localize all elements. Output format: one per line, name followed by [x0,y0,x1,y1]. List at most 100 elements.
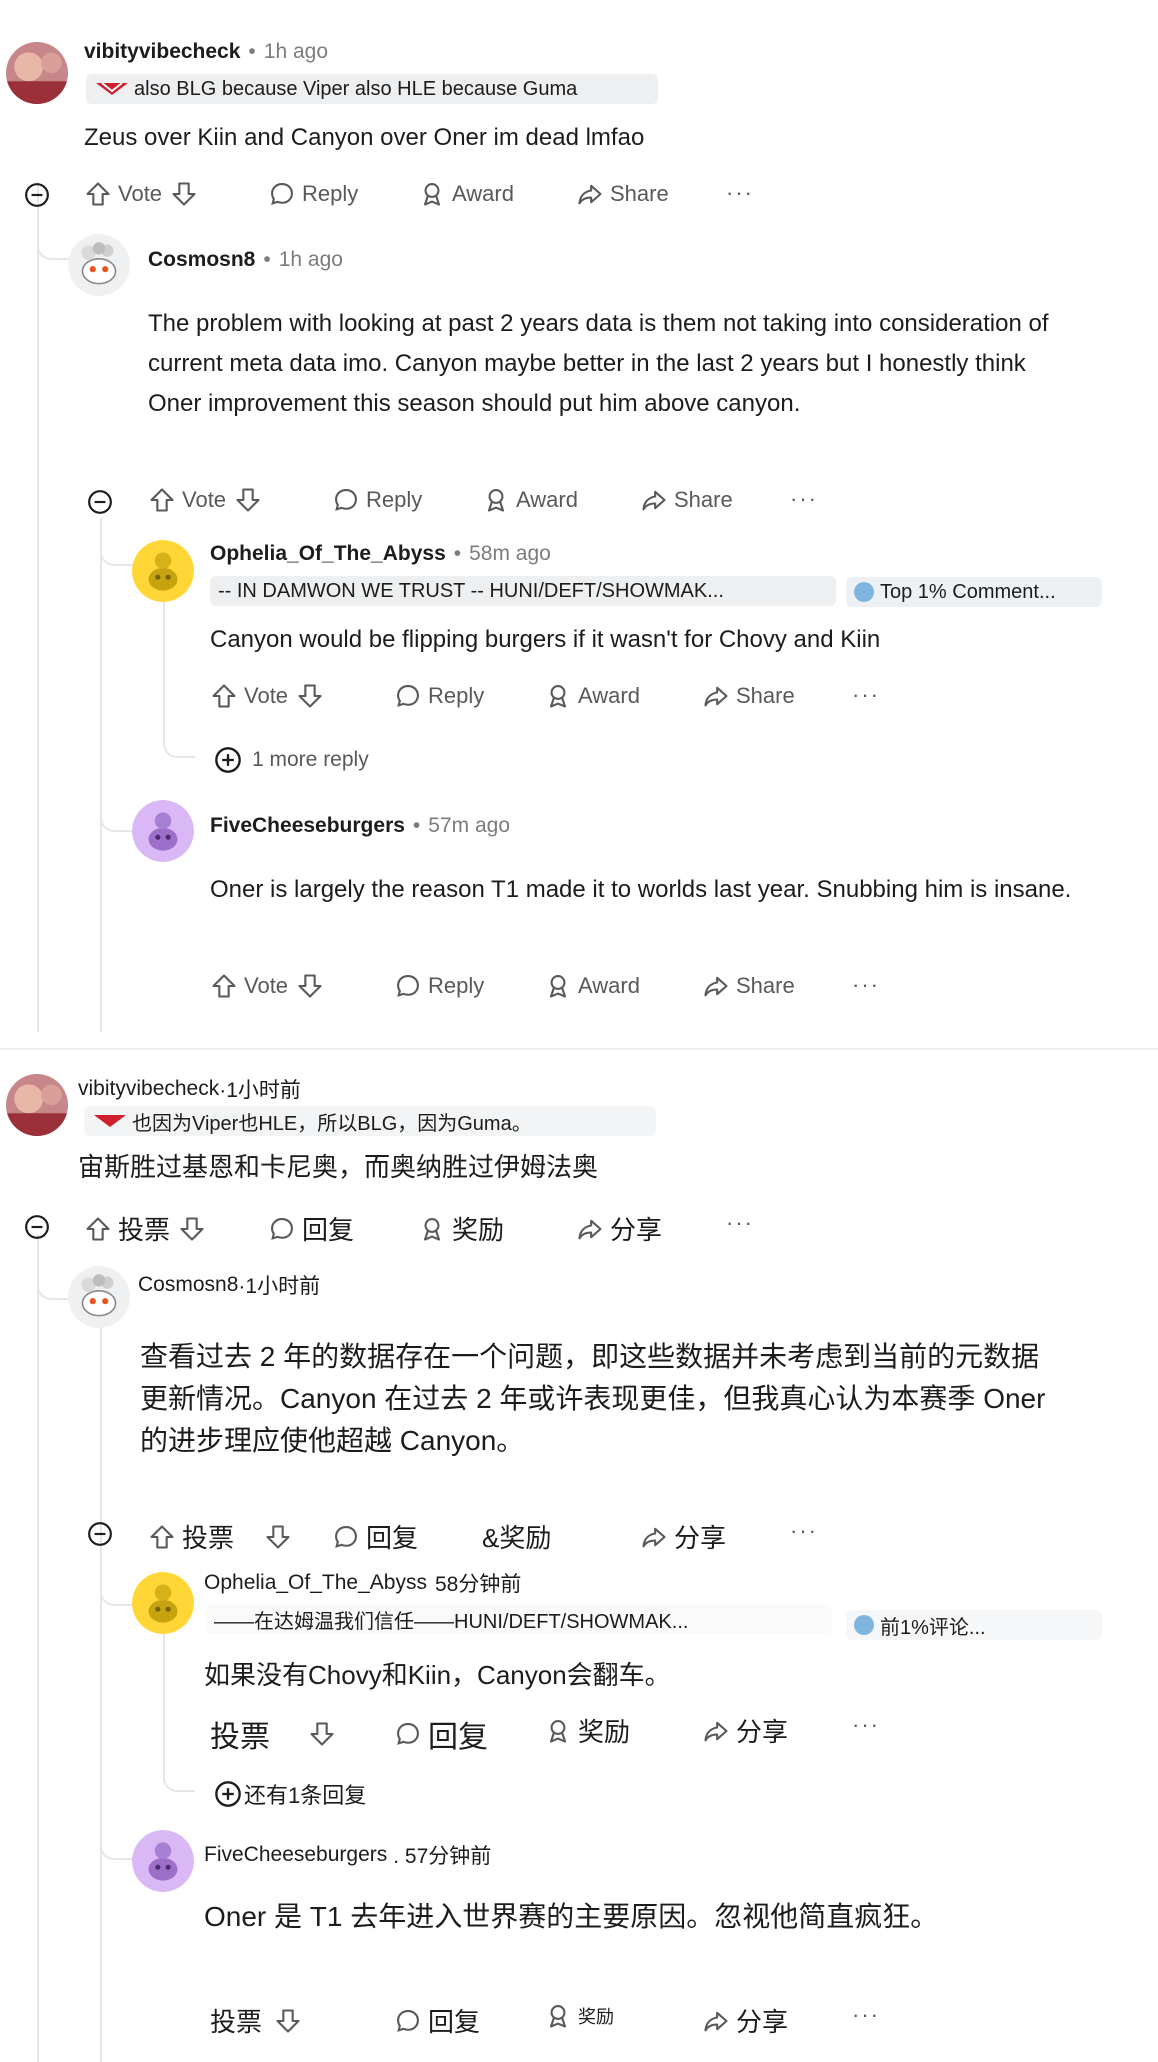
username[interactable]: vibityvibecheck [84,40,240,64]
share-button[interactable]: Share [576,180,669,208]
thread-line[interactable] [37,182,39,1032]
timestamp[interactable]: 57m ago [428,814,510,838]
more-options-icon[interactable]: ··· [726,180,754,206]
avatar[interactable] [132,800,194,862]
downvote-icon[interactable] [170,180,198,208]
reply-button[interactable]: 回复 [394,2002,480,2039]
downvote-icon[interactable] [274,2007,302,2035]
upvote-icon[interactable] [148,486,176,514]
comment-meta: Cosmosn8 ·1小时前 [138,1270,320,1300]
more-options-icon[interactable]: ··· [852,2002,880,2028]
award-button[interactable]: 奖励 [544,2002,614,2030]
avatar[interactable] [68,234,130,296]
avatar[interactable] [132,540,194,602]
upvote-icon[interactable] [210,972,238,1000]
reply-button[interactable]: Reply [394,972,484,1000]
award-button[interactable]: 奖励 [544,1712,630,1749]
downvote-icon[interactable] [296,682,324,710]
award-label: 奖励 [578,1717,631,1747]
avatar[interactable] [6,42,68,104]
more-options-icon[interactable]: ··· [852,682,880,708]
upvote-icon[interactable] [84,180,112,208]
username[interactable]: Ophelia_Of_The_Abyss [210,542,446,566]
share-button[interactable]: 分享 [576,1210,662,1247]
award-button[interactable]: &奖励 [482,1518,551,1555]
more-options-icon[interactable]: ··· [790,486,818,512]
more-replies-link[interactable]: 还有1条回复 [214,1778,366,1810]
share-button[interactable]: Share [702,682,795,710]
avatar[interactable] [132,1572,194,1634]
share-label: Share [736,683,795,708]
reply-icon [394,1720,422,1748]
reply-button[interactable]: Reply [332,486,422,514]
timestamp[interactable]: 58m ago [469,542,551,566]
downvote-icon[interactable] [308,1720,336,1748]
award-button[interactable]: Award [544,682,640,710]
share-button[interactable]: 分享 [702,1712,788,1749]
downvote-icon[interactable] [296,972,324,1000]
more-options-icon[interactable]: ··· [852,1712,880,1738]
reply-label: 回复 [302,1215,355,1245]
share-button[interactable]: Share [640,486,733,514]
thread-line[interactable] [100,518,102,1032]
vote-label: 投票 [210,2007,263,2037]
downvote-icon[interactable] [234,486,262,514]
username[interactable]: Ophelia_Of_The_Abyss [204,1571,427,1595]
top-comment-badge[interactable]: Top 1% Comment... [846,577,1102,607]
timestamp[interactable]: ·1小时前 [219,1074,301,1104]
reply-label: Reply [428,683,485,708]
vote-control: 投票 [210,2002,308,2039]
reply-button[interactable]: 回复 [268,1210,354,1247]
reply-button[interactable]: Reply [394,682,484,710]
reply-label: Reply [366,487,423,512]
comment-text: Canyon would be flipping burgers if it w… [210,626,881,653]
username[interactable]: FiveCheeseburgers [210,814,405,838]
share-icon [702,1717,730,1745]
username[interactable]: Cosmosn8 [148,248,255,272]
thread-line[interactable] [37,1234,39,2062]
avatar[interactable] [68,1266,130,1328]
award-button[interactable]: 奖励 [418,1210,504,1247]
avatar[interactable] [6,1074,68,1136]
reply-label: Reply [428,973,485,998]
award-icon [544,1717,572,1745]
upvote-icon[interactable] [148,1523,176,1551]
more-options-icon[interactable]: ··· [790,1518,818,1544]
separator-dot: • [263,248,271,271]
username[interactable]: FiveCheeseburgers [204,1843,387,1867]
vote-control: Vote [84,180,204,208]
downvote-icon[interactable] [178,1215,206,1243]
upvote-icon[interactable] [84,1215,112,1243]
more-options-icon[interactable]: ··· [852,972,880,998]
share-button[interactable]: Share [702,972,795,1000]
avatar[interactable] [132,1830,194,1892]
timestamp[interactable]: 1h ago [264,40,328,64]
award-button[interactable]: Award [482,486,578,514]
share-label: Share [674,487,733,512]
separator-dot: • [248,40,256,63]
thread-line[interactable] [100,1320,102,2062]
more-options-icon[interactable]: ··· [726,1210,754,1236]
username[interactable]: vibityvibecheck [78,1077,219,1101]
vote-label: Vote [182,487,227,512]
timestamp[interactable]: ·1小时前 [238,1270,320,1300]
award-button[interactable]: Award [544,972,640,1000]
reply-button[interactable]: 回复 [332,1518,418,1555]
vote-control: Vote [148,486,268,514]
top-comment-badge[interactable]: 前1%评论... [846,1610,1102,1640]
username[interactable]: Cosmosn8 [138,1273,238,1297]
upvote-icon[interactable] [210,682,238,710]
share-button[interactable]: 分享 [702,2002,788,2039]
timestamp[interactable]: . 57分钟前 [393,1840,491,1870]
comment-text: 宙斯胜过基恩和卡尼奥，而奥纳胜过伊姆法奥 [78,1152,599,1182]
timestamp[interactable]: 58分钟前 [435,1568,521,1598]
comment-text: Zeus over Kiin and Canyon over Oner im d… [84,124,645,151]
comment-meta: Ophelia_Of_The_Abyss 58分钟前 [204,1568,521,1598]
downvote-icon[interactable] [264,1523,292,1551]
award-button[interactable]: Award [418,180,514,208]
more-replies-link[interactable]: 1 more reply [214,746,369,774]
share-button[interactable]: 分享 [640,1518,726,1555]
reply-button[interactable]: Reply [268,180,358,208]
timestamp[interactable]: 1h ago [279,248,343,272]
reply-button[interactable]: 回复 [394,1712,488,1756]
